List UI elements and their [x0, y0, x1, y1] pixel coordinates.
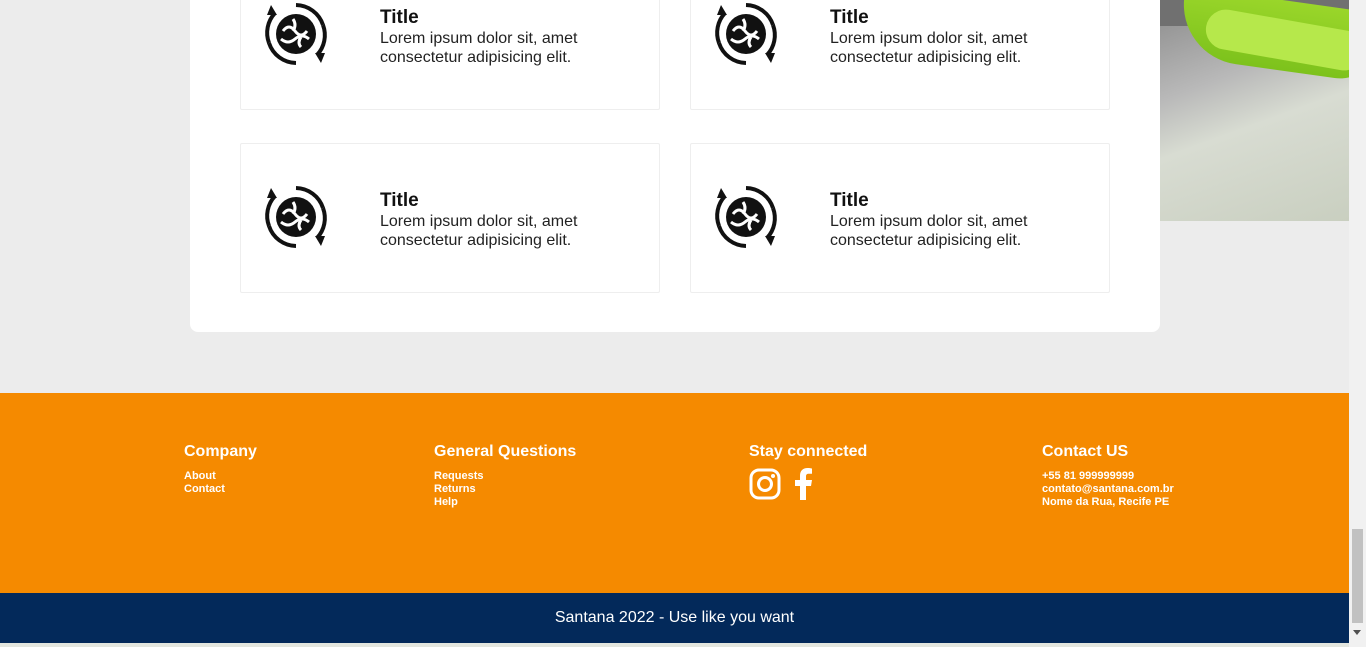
- footer-social: Stay connected: [749, 444, 867, 505]
- feature-card: Title Lorem ipsum dolor sit, amet consec…: [690, 143, 1110, 293]
- footer-contact: Contact US +55 81 999999999 contato@sant…: [1042, 444, 1174, 509]
- feature-title: Title: [380, 7, 419, 28]
- feature-card: Title Lorem ipsum dolor sit, amet consec…: [690, 0, 1110, 110]
- scrollbar-thumb[interactable]: [1352, 529, 1363, 623]
- footer-company: Company About Contact: [184, 444, 257, 496]
- feature-description: Lorem ipsum dolor sit, amet consectetur …: [830, 213, 1028, 249]
- recycle-globe-icon: [715, 3, 777, 65]
- vertical-scrollbar[interactable]: [1349, 0, 1366, 647]
- site-footer: Company About Contact General Questions …: [0, 393, 1349, 593]
- facebook-icon[interactable]: [793, 468, 813, 505]
- feature-card: Title Lorem ipsum dolor sit, amet consec…: [240, 143, 660, 293]
- contact-address: Nome da Rua, Recife PE: [1042, 496, 1170, 508]
- feature-card: Title Lorem ipsum dolor sit, amet consec…: [240, 0, 660, 110]
- recycle-globe-icon: [265, 186, 327, 248]
- recycle-globe-icon: [265, 3, 327, 65]
- footer-link-requests[interactable]: Requests: [434, 470, 576, 483]
- feature-title: Title: [830, 190, 869, 211]
- contact-phone: +55 81 999999999: [1042, 470, 1135, 482]
- footer-general-questions: General Questions Requests Returns Help: [434, 444, 576, 509]
- feature-title: Title: [830, 7, 869, 28]
- feature-title: Title: [380, 190, 419, 211]
- footer-link-about[interactable]: About: [184, 470, 257, 483]
- footer-heading-company: Company: [184, 443, 257, 460]
- copyright-bar: Santana 2022 - Use like you want: [0, 593, 1349, 643]
- scroll-down-arrow-icon[interactable]: [1353, 630, 1361, 635]
- feature-description: Lorem ipsum dolor sit, amet consectetur …: [380, 213, 578, 249]
- recycle-globe-icon: [715, 186, 777, 248]
- instagram-icon[interactable]: [749, 468, 781, 505]
- footer-heading-questions: General Questions: [434, 443, 577, 460]
- footer-link-returns[interactable]: Returns: [434, 483, 576, 496]
- product-image: [1160, 0, 1349, 221]
- page-bottom-strip: [0, 643, 1349, 647]
- feature-description: Lorem ipsum dolor sit, amet consectetur …: [830, 30, 1028, 66]
- footer-link-contact[interactable]: Contact: [184, 483, 257, 496]
- contact-email: contato@santana.com.br: [1042, 483, 1174, 495]
- footer-link-help[interactable]: Help: [434, 496, 576, 509]
- footer-heading-contact: Contact US: [1042, 443, 1129, 460]
- features-panel: Title Lorem ipsum dolor sit, amet consec…: [190, 0, 1160, 332]
- copyright-text: Santana 2022 - Use like you want: [554, 609, 795, 626]
- footer-heading-social: Stay connected: [749, 443, 868, 460]
- feature-description: Lorem ipsum dolor sit, amet consectetur …: [380, 30, 578, 66]
